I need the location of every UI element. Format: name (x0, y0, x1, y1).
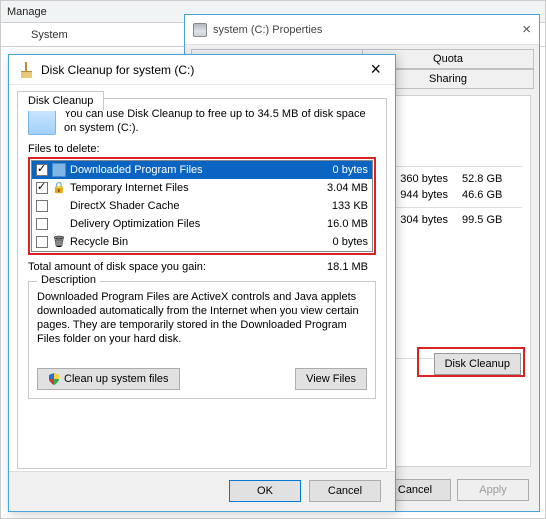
file-icon (52, 199, 66, 213)
clean-system-files-label: Clean up system files (64, 373, 169, 385)
highlight-box: Downloaded Program Files0 bytesTemporary… (28, 157, 376, 255)
bin-icon (52, 235, 66, 249)
file-name: Temporary Internet Files (70, 182, 308, 194)
description-label: Description (37, 274, 100, 286)
total-value: 18.1 MB (327, 261, 376, 273)
drive-cleanup-icon (28, 107, 56, 135)
drive-icon (193, 23, 207, 37)
close-icon[interactable]: × (522, 21, 531, 38)
file-list[interactable]: Downloaded Program Files0 bytesTemporary… (31, 160, 373, 252)
file-list-item[interactable]: DirectX Shader Cache133 KB (32, 197, 372, 215)
file-name: DirectX Shader Cache (70, 200, 308, 212)
file-list-item[interactable]: Recycle Bin0 bytes (32, 233, 372, 251)
folder-icon (52, 163, 66, 177)
checkbox[interactable] (36, 236, 48, 248)
file-name: Downloaded Program Files (70, 164, 308, 176)
shield-icon (48, 373, 60, 385)
description-group: Description Downloaded Program Files are… (28, 281, 376, 399)
files-to-delete-label: Files to delete: (28, 143, 376, 155)
gb-value: 52.8 GB (462, 173, 522, 185)
lock-icon (52, 181, 66, 195)
broom-icon (19, 62, 35, 78)
close-icon[interactable]: × (366, 59, 385, 80)
checkbox[interactable] (36, 164, 48, 176)
file-list-item[interactable]: Delivery Optimization Files16.0 MB (32, 215, 372, 233)
disk-cleanup-button[interactable]: Disk Cleanup (434, 353, 521, 375)
file-name: Delivery Optimization Files (70, 218, 308, 230)
checkbox[interactable] (36, 218, 48, 230)
properties-titlebar: system (C:) Properties × (185, 15, 539, 45)
intro-text: You can use Disk Cleanup to free up to 3… (64, 107, 376, 135)
file-name: Recycle Bin (70, 236, 308, 248)
gb-value: 99.5 GB (462, 214, 522, 226)
disk-cleanup-titlebar: Disk Cleanup for system (C:) × (9, 55, 395, 85)
tab-disk-cleanup[interactable]: Disk Cleanup (17, 91, 104, 111)
apply-button: Apply (457, 479, 529, 501)
file-size: 3.04 MB (308, 182, 368, 194)
disk-cleanup-content: You can use Disk Cleanup to free up to 3… (17, 98, 387, 469)
file-icon (52, 217, 66, 231)
description-text: Downloaded Program Files are ActiveX con… (37, 290, 367, 346)
view-files-button[interactable]: View Files (295, 368, 367, 390)
clean-system-files-button[interactable]: Clean up system files (37, 368, 180, 390)
total-label: Total amount of disk space you gain: (28, 261, 206, 273)
file-list-item[interactable]: Downloaded Program Files0 bytes (32, 161, 372, 179)
file-size: 16.0 MB (308, 218, 368, 230)
file-size: 133 KB (308, 200, 368, 212)
file-list-item[interactable]: Temporary Internet Files3.04 MB (32, 179, 372, 197)
bytes-value: 304 bytes (400, 214, 448, 226)
file-size: 0 bytes (308, 236, 368, 248)
gb-value: 46.6 GB (462, 189, 522, 201)
disk-cleanup-dialog: Disk Cleanup for system (C:) × Disk Clea… (8, 54, 396, 512)
cancel-button[interactable]: Cancel (309, 480, 381, 502)
bytes-value: 944 bytes (400, 189, 448, 201)
disk-cleanup-title: Disk Cleanup for system (C:) (41, 63, 194, 77)
checkbox[interactable] (36, 182, 48, 194)
ok-button[interactable]: OK (229, 480, 301, 502)
bytes-value: 360 bytes (400, 173, 448, 185)
properties-title: system (C:) Properties (213, 24, 322, 36)
checkbox[interactable] (36, 200, 48, 212)
file-size: 0 bytes (308, 164, 368, 176)
